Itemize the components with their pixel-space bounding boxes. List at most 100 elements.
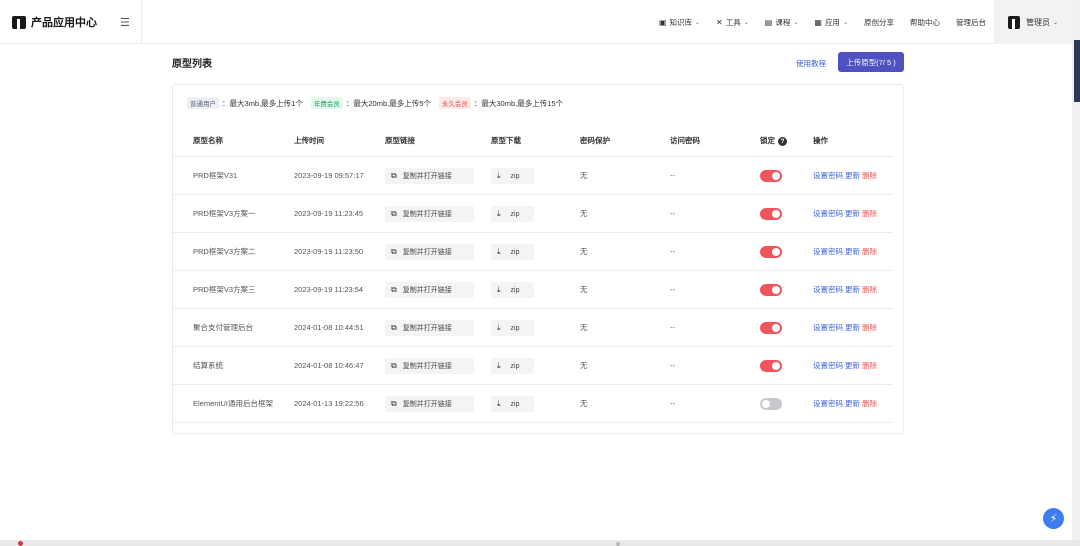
nav-item-label: 应用 [824, 17, 840, 27]
copy-open-link-label: 复制并打开链接 [402, 211, 452, 218]
copy-open-link-button[interactable]: ⧉ 复制并打开链接 [385, 396, 474, 412]
tutorial-link[interactable]: 使用教程 [796, 58, 826, 69]
copy-open-link-button[interactable]: ⧉ 复制并打开链接 [385, 244, 474, 260]
zip-label: zip [510, 362, 520, 370]
quota-separator: ： [473, 98, 482, 108]
update-link[interactable]: 更新 [845, 247, 860, 256]
copy-icon: ⧉ [391, 285, 397, 294]
lock-toggle[interactable] [760, 398, 782, 410]
nav-item-label: 课程 [775, 17, 791, 27]
set-password-link[interactable]: 设置密码 [813, 361, 843, 370]
update-link[interactable]: 更新 [845, 209, 860, 218]
logo-icon [12, 15, 26, 29]
copy-open-link-button[interactable]: ⧉ 复制并打开链接 [385, 358, 474, 374]
copy-open-link-button[interactable]: ⧉ 复制并打开链接 [385, 320, 474, 336]
upload-time: 2023-09-19 11:23:54 [294, 285, 364, 294]
upload-time: 2023-09-19 09:57:17 [294, 171, 364, 180]
set-password-link[interactable]: 设置密码 [813, 171, 843, 180]
copy-open-link-button[interactable]: ⧉ 复制并打开链接 [385, 282, 474, 298]
zip-download-button[interactable]: ⤓ zip [491, 244, 534, 260]
lock-toggle[interactable] [760, 208, 782, 220]
delete-link[interactable]: 删除 [862, 399, 877, 408]
menu-toggle-icon[interactable]: ☰ [120, 16, 130, 29]
user-name: 管理员 [1025, 17, 1050, 27]
download-icon: ⤓ [497, 323, 501, 332]
tools-icon: ✕ [716, 17, 723, 27]
update-link[interactable]: 更新 [845, 323, 860, 332]
set-password-link[interactable]: 设置密码 [813, 399, 843, 408]
nav-item-label: 帮助中心 [909, 17, 940, 27]
zip-download-button[interactable]: ⤓ zip [491, 206, 534, 222]
delete-link[interactable]: 删除 [862, 285, 877, 294]
access-password-value: -- [670, 247, 675, 256]
access-password-value: -- [670, 209, 675, 218]
nav-item-3[interactable]: ▦ 应用 ⌄ [806, 0, 856, 44]
lock-toggle[interactable] [760, 322, 782, 334]
book-icon: ▣ [658, 17, 667, 27]
update-link[interactable]: 更新 [845, 399, 860, 408]
chevron-down-icon: ⌄ [743, 19, 749, 26]
delete-link[interactable]: 删除 [862, 171, 877, 180]
zip-download-button[interactable]: ⤓ zip [491, 168, 534, 184]
lightning-float-button[interactable]: ⚡ [1043, 508, 1064, 529]
upload-time: 2023-09-19 11:23:50 [294, 247, 364, 256]
copy-open-link-button[interactable]: ⧉ 复制并打开链接 [385, 168, 474, 184]
download-icon: ⤓ [497, 285, 501, 294]
update-link[interactable]: 更新 [845, 171, 860, 180]
lock-toggle[interactable] [760, 360, 782, 372]
upload-prototype-button[interactable]: 上传原型(7/ 5 ) [838, 52, 904, 72]
copy-open-link-label: 复制并打开链接 [402, 173, 452, 180]
prototype-table-card: 普通用户： 最大3mb,最多上传1个 年费会员： 最大20mb,最多上传5个 永久会… [172, 84, 904, 434]
nav-item-5[interactable]: 帮助中心 [902, 0, 948, 44]
zip-label: zip [510, 324, 520, 332]
zip-label: zip [510, 248, 520, 256]
quota-tag-0: 普通用户 [187, 97, 219, 109]
quota-text-0: 最大3mb,最多上传1个 [229, 98, 303, 108]
help-icon[interactable]: ? [778, 136, 787, 146]
copy-open-link-label: 复制并打开链接 [402, 401, 452, 408]
set-password-link[interactable]: 设置密码 [813, 323, 843, 332]
set-password-link[interactable]: 设置密码 [813, 209, 843, 218]
app-window: 产品应用中心 ☰ ▣ 知识库 ⌄ ✕ 工具 ⌄ ▤ 课程 ⌄ ▦ 应用 ⌄ 原创分享 帮助中心 管理后台 管理… [0, 0, 1072, 540]
nav-item-4[interactable]: 原创分享 [856, 0, 902, 44]
update-link[interactable]: 更新 [845, 285, 860, 294]
download-icon: ⤓ [497, 399, 501, 408]
nav-item-0[interactable]: ▣ 知识库 ⌄ [651, 0, 708, 44]
zip-download-button[interactable]: ⤓ zip [491, 320, 534, 336]
chevron-down-icon: ⌄ [793, 19, 799, 26]
zip-download-button[interactable]: ⤓ zip [491, 282, 534, 298]
password-protect-value: 无 [580, 247, 588, 256]
set-password-link[interactable]: 设置密码 [813, 247, 843, 256]
delete-link[interactable]: 删除 [862, 247, 877, 256]
zip-download-button[interactable]: ⤓ zip [491, 396, 534, 412]
quota-info: 普通用户： 最大3mb,最多上传1个 年费会员： 最大20mb,最多上传5个 永久会… [187, 97, 571, 109]
lock-toggle[interactable] [760, 246, 782, 258]
set-password-link[interactable]: 设置密码 [813, 285, 843, 294]
password-protect-value: 无 [580, 361, 588, 370]
quota-text-1: 最大20mb,最多上传5个 [353, 98, 431, 108]
lock-toggle[interactable] [760, 170, 782, 182]
taskbar-dot-secondary [616, 542, 620, 546]
download-icon: ⤓ [497, 247, 501, 256]
copy-open-link-label: 复制并打开链接 [402, 287, 452, 294]
update-link[interactable]: 更新 [845, 361, 860, 370]
chevron-down-icon: ⌄ [695, 19, 701, 26]
nav-item-2[interactable]: ▤ 课程 ⌄ [757, 0, 807, 44]
nav-item-label: 工具 [725, 17, 741, 27]
zip-label: zip [510, 172, 520, 180]
zip-download-button[interactable]: ⤓ zip [491, 358, 534, 374]
delete-link[interactable]: 删除 [862, 361, 877, 370]
zip-label: zip [510, 400, 520, 408]
delete-link[interactable]: 删除 [862, 323, 877, 332]
brand-name: 产品应用中心 [31, 17, 97, 29]
copy-open-link-label: 复制并打开链接 [402, 363, 452, 370]
nav-item-1[interactable]: ✕ 工具 ⌄ [708, 0, 757, 44]
copy-icon: ⧉ [391, 399, 397, 408]
prototype-name: ElementUI通用后台框架 [193, 399, 274, 408]
taskbar-strip [0, 540, 1080, 546]
lock-toggle[interactable] [760, 284, 782, 296]
delete-link[interactable]: 删除 [862, 209, 877, 218]
copy-open-link-button[interactable]: ⧉ 复制并打开链接 [385, 206, 474, 222]
user-menu[interactable]: 管理员 ⌄ [993, 0, 1072, 44]
nav-item-6[interactable]: 管理后台 [948, 0, 994, 44]
